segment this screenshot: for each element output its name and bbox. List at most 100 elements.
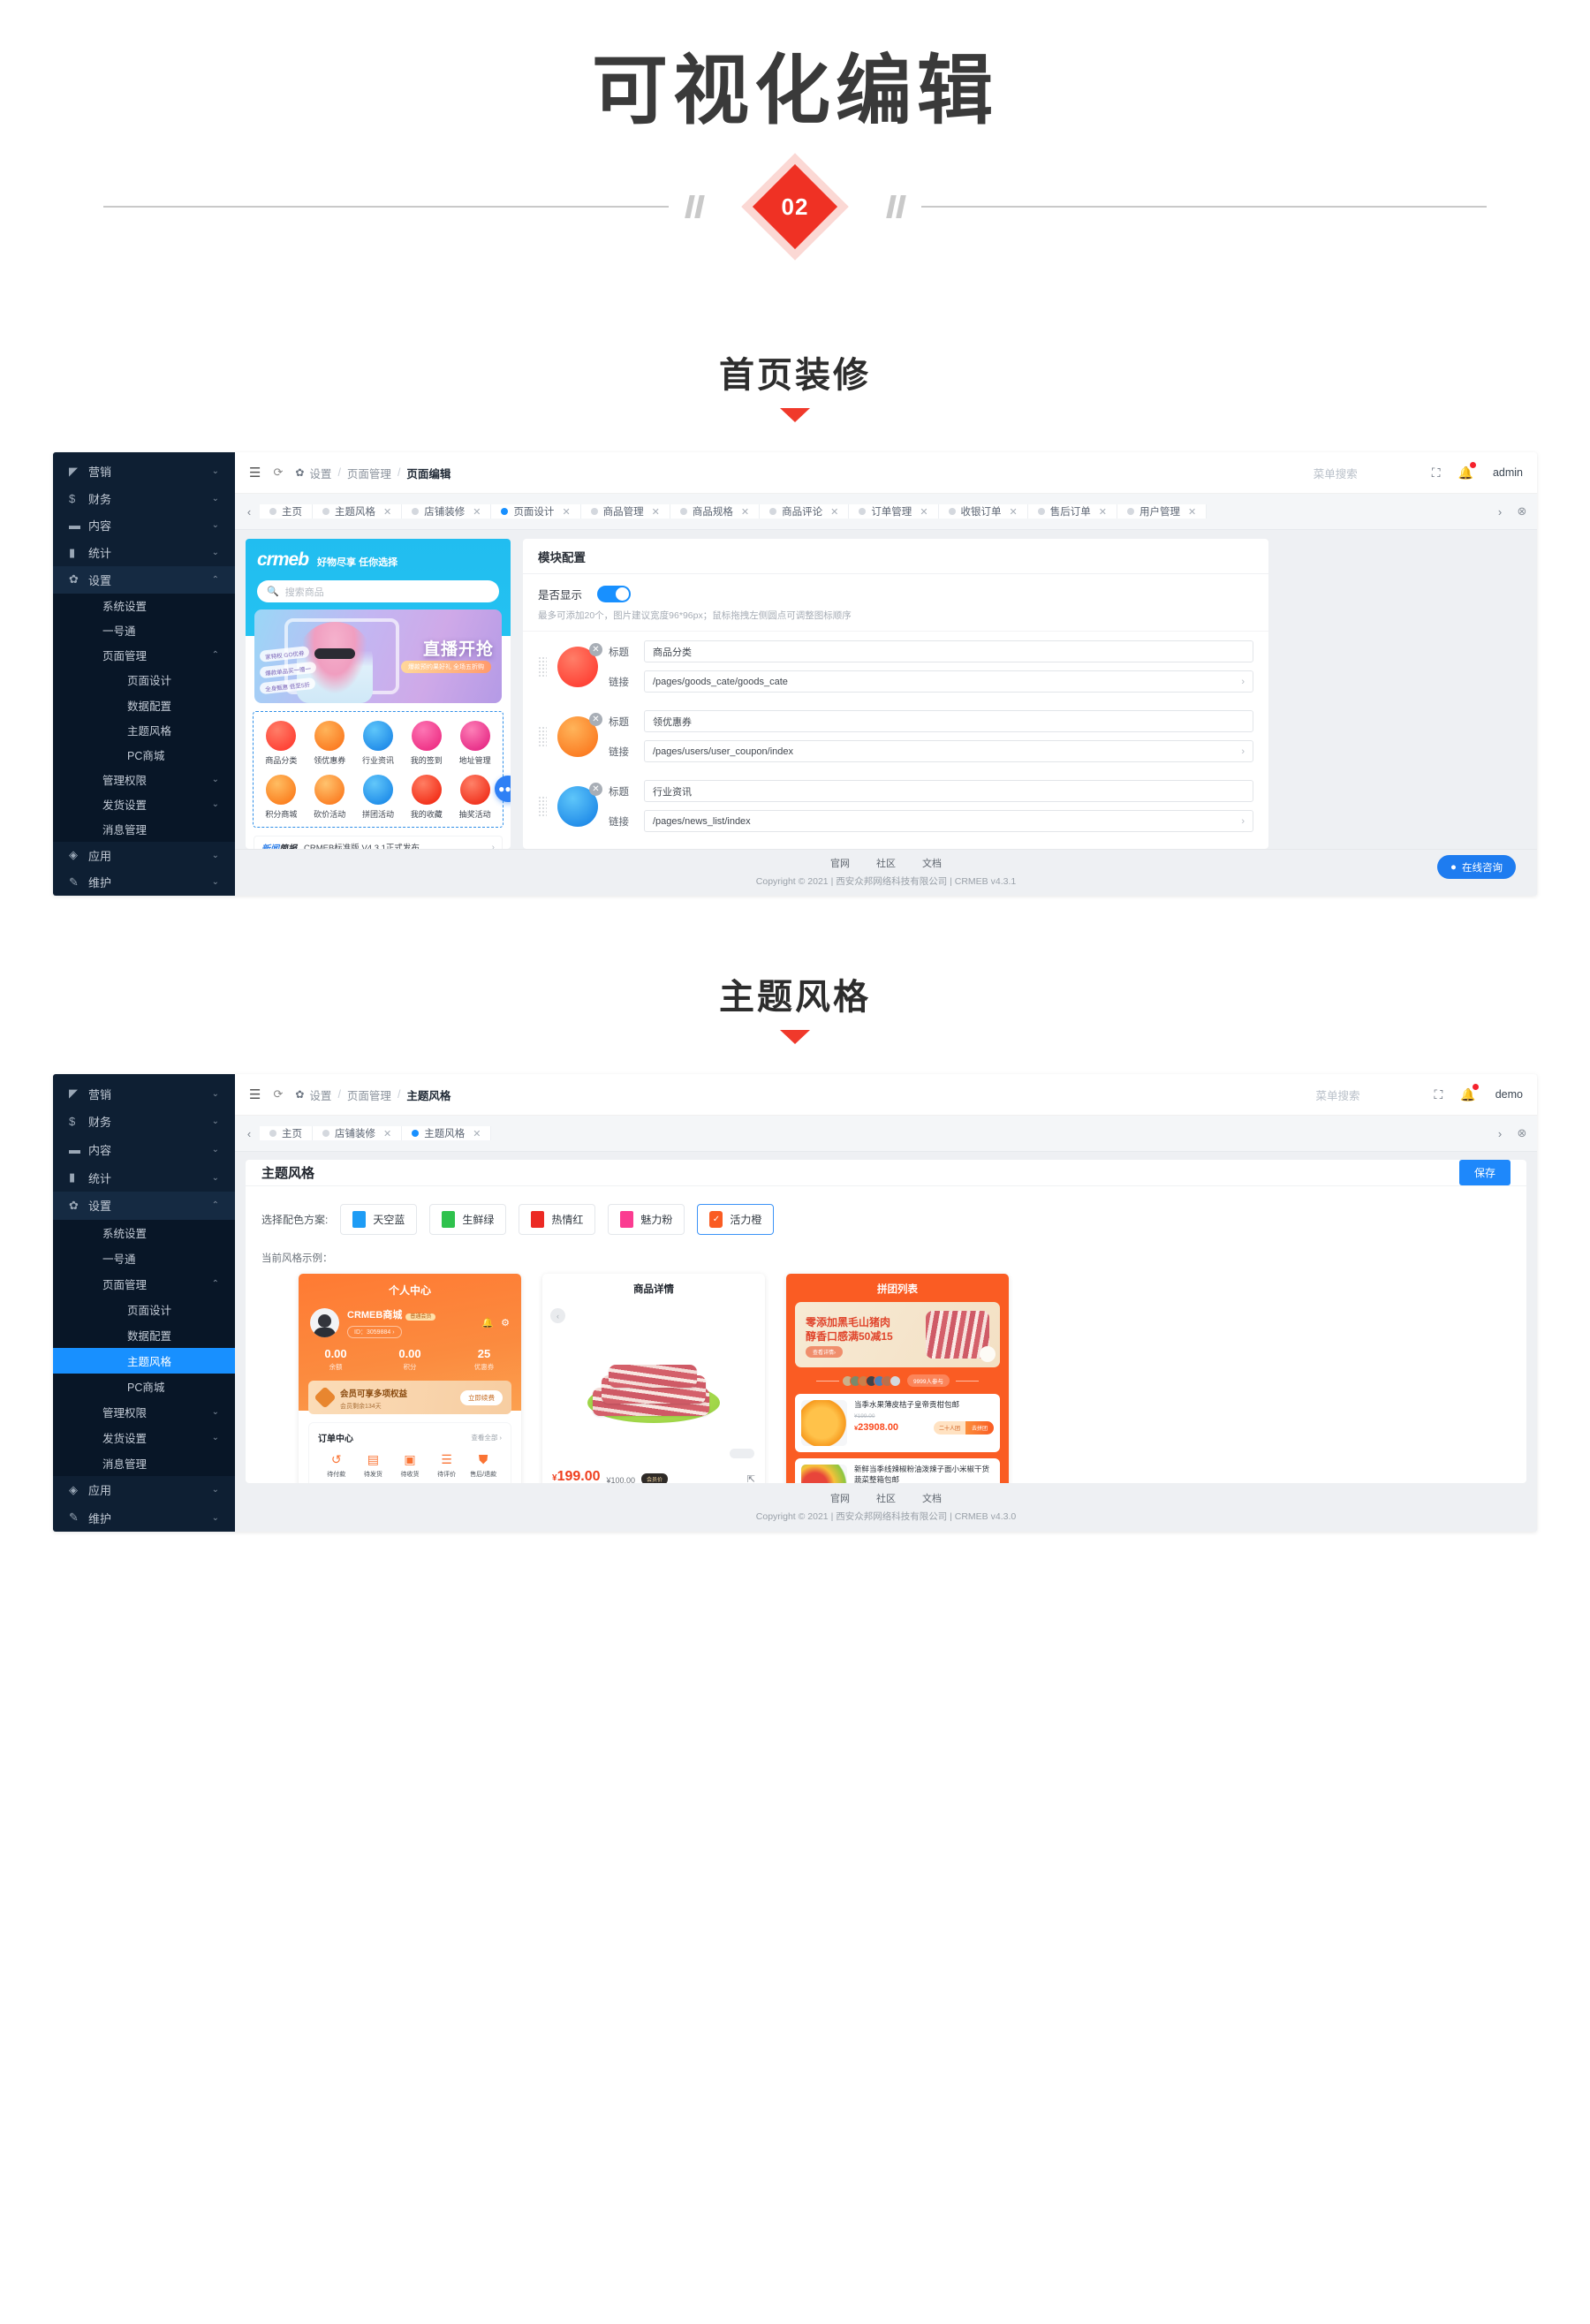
phone-icon-address[interactable]: 地址管理: [450, 721, 499, 766]
sidebar-item-shipping-settings[interactable]: 发货设置 ⌄: [53, 791, 235, 817]
close-icon[interactable]: ✕: [383, 1128, 391, 1139]
stat-balance[interactable]: 0.00 余额: [299, 1347, 373, 1372]
hamburger-menu-icon[interactable]: ☰: [249, 465, 261, 481]
close-icon[interactable]: ✕: [383, 506, 391, 518]
footer-link-community[interactable]: 社区: [876, 1491, 896, 1505]
phone-icon-points-mall[interactable]: 积分商城: [257, 775, 306, 820]
phone-icon-news[interactable]: 行业资讯: [354, 721, 403, 766]
close-icon[interactable]: ✕: [562, 506, 570, 518]
phone-icon-signin[interactable]: 我的签到: [402, 721, 450, 766]
sidebar-item-content[interactable]: ▬ 内容 ⌄: [53, 512, 235, 540]
tab-goods-spec[interactable]: 商品规格 ✕: [670, 504, 761, 519]
phone-icon-favorites[interactable]: 我的收藏: [402, 775, 450, 820]
close-icon[interactable]: ✕: [1188, 506, 1196, 518]
close-icon[interactable]: ✕: [1010, 506, 1018, 518]
drag-handle-icon[interactable]: [538, 725, 547, 747]
vip-renew-button[interactable]: 立即续费: [460, 1389, 503, 1405]
sidebar-item-marketing[interactable]: ◤ 营销 ⌄: [53, 1079, 235, 1108]
module-title-input[interactable]: 行业资讯: [644, 780, 1253, 803]
sidebar-item-maintenance[interactable]: ✎ 维护 ⌄: [53, 869, 235, 897]
tab-scroll-right-icon[interactable]: ›: [1489, 1127, 1510, 1140]
breadcrumb-item-page-management[interactable]: 页面管理: [347, 1086, 391, 1103]
tab-home[interactable]: 主页: [260, 1126, 313, 1141]
group-buy-item[interactable]: 当季水果薄皮桔子皇帝贡柑包邮 ¥199.00 ¥23908.00 二十人团 去拼团: [795, 1394, 1000, 1453]
tab-close-all-icon[interactable]: ⊗: [1510, 504, 1533, 519]
visibility-toggle[interactable]: [597, 586, 632, 603]
sidebar-item-admin-permissions[interactable]: 管理权限 ⌄: [53, 1398, 235, 1425]
phone-icon-bargain[interactable]: 砍价活动: [306, 775, 354, 820]
order-status-unreceived[interactable]: ▣ 待收货: [391, 1452, 428, 1479]
order-status-aftersales[interactable]: ⛊ 售后/退款: [465, 1452, 502, 1479]
sidebar-item-pc-mall[interactable]: PC商城: [53, 1373, 235, 1399]
footer-link-docs[interactable]: 文档: [922, 1491, 942, 1505]
sidebar-item-content[interactable]: ▬ 内容 ⌄: [53, 1136, 235, 1164]
order-status-unpaid[interactable]: ↺ 待付款: [318, 1452, 355, 1479]
module-thumbnail[interactable]: ✕: [557, 782, 602, 827]
tab-theme-style[interactable]: 主题风格 ✕: [402, 1126, 492, 1141]
back-arrow-icon[interactable]: ‹: [550, 1308, 565, 1324]
sidebar-item-admin-permissions[interactable]: 管理权限 ⌄: [53, 767, 235, 792]
hamburger-menu-icon[interactable]: ☰: [249, 1086, 261, 1102]
fullscreen-icon[interactable]: ⛶: [1434, 1087, 1442, 1102]
sidebar-item-system-settings[interactable]: 系统设置: [53, 593, 235, 618]
sidebar-item-marketing[interactable]: ◤ 营销 ⌄: [53, 458, 235, 485]
drag-handle-icon[interactable]: [538, 655, 547, 678]
sidebar-item-statistics[interactable]: ▮ 统计 ⌄: [53, 1163, 235, 1192]
sidebar-item-pc-mall[interactable]: PC商城: [53, 742, 235, 768]
close-icon[interactable]: ✕: [652, 506, 660, 518]
bell-icon[interactable]: 🔔: [481, 1317, 494, 1329]
sidebar-item-finance[interactable]: $ 财务 ⌄: [53, 485, 235, 512]
footer-link-official[interactable]: 官网: [830, 856, 850, 870]
user-name[interactable]: admin: [1493, 466, 1523, 479]
tab-page-design[interactable]: 页面设计 ✕: [491, 504, 581, 519]
breadcrumb-item-settings[interactable]: 设置: [309, 465, 331, 481]
module-thumbnail[interactable]: ✕: [557, 642, 602, 687]
tab-theme-style[interactable]: 主题风格 ✕: [313, 504, 403, 519]
sidebar-item-data-config[interactable]: 数据配置: [53, 693, 235, 718]
tab-shop-decoration[interactable]: 店铺装修 ✕: [402, 504, 492, 519]
sidebar-item-page-design[interactable]: 页面设计: [53, 1296, 235, 1322]
tab-shop-decoration[interactable]: 店铺装修 ✕: [313, 1126, 403, 1141]
scheme-button-passion-red[interactable]: 热情红: [519, 1204, 596, 1236]
sidebar-item-page-management[interactable]: 页面管理 ⌃: [53, 1270, 235, 1297]
vip-banner[interactable]: 会员可享多项权益 会员剩余134天 立即续费: [308, 1381, 511, 1415]
tab-goods-reviews[interactable]: 商品评论 ✕: [760, 504, 850, 519]
remove-icon[interactable]: ✕: [589, 782, 602, 796]
stat-coupons[interactable]: 25 优惠券: [447, 1347, 521, 1372]
phone-icon-grid-selected[interactable]: 商品分类 领优惠券 行业资讯 我的签到 地址管理 积分商城 砍价活动 拼团活动 …: [253, 711, 504, 829]
scheme-button-charm-pink[interactable]: 魅力粉: [608, 1204, 685, 1236]
scheme-button-vitality-orange[interactable]: ✓ 活力橙: [697, 1204, 775, 1236]
refresh-icon[interactable]: ⟳: [273, 466, 283, 480]
tab-cashier-orders[interactable]: 收银订单 ✕: [938, 504, 1028, 519]
tab-close-all-icon[interactable]: ⊗: [1510, 1126, 1533, 1140]
menu-search-input[interactable]: 菜单搜索: [1315, 1086, 1359, 1103]
sidebar-item-one-pass[interactable]: 一号通: [53, 617, 235, 643]
phone-search-input[interactable]: 🔍 搜索商品: [257, 580, 499, 603]
banner-cta[interactable]: 查看详情›: [806, 1346, 843, 1359]
sidebar-item-apps[interactable]: ◈ 应用 ⌄: [53, 1476, 235, 1504]
fullscreen-icon[interactable]: ⛶: [1432, 466, 1441, 481]
close-icon[interactable]: ✕: [1099, 506, 1107, 518]
module-link-input[interactable]: /pages/news_list/index ›: [644, 810, 1253, 833]
module-title-input[interactable]: 领优惠券: [644, 710, 1253, 733]
tab-scroll-left-icon[interactable]: ‹: [238, 505, 260, 519]
sidebar-item-settings[interactable]: ✿ 设置 ⌃: [53, 565, 235, 594]
group-buy-banner[interactable]: 零添加黑毛山猪肉 醇香口感满50减15 查看详情›: [795, 1302, 1000, 1368]
close-icon[interactable]: ✕: [473, 506, 481, 518]
sidebar-item-finance[interactable]: $ 财务 ⌄: [53, 1108, 235, 1136]
tab-aftersales-orders[interactable]: 售后订单 ✕: [1027, 504, 1117, 519]
close-icon[interactable]: ✕: [920, 506, 928, 518]
drag-handle-icon[interactable]: [538, 795, 547, 817]
sidebar-item-data-config[interactable]: 数据配置: [53, 1321, 235, 1348]
sidebar-item-page-management[interactable]: 页面管理 ⌃: [53, 642, 235, 668]
bell-icon[interactable]: 🔔: [1458, 461, 1476, 481]
sidebar-item-page-design[interactable]: 页面设计: [53, 667, 235, 693]
scheme-button-sky-blue[interactable]: 天空蓝: [340, 1204, 418, 1236]
tab-home[interactable]: 主页: [260, 504, 313, 519]
bell-icon[interactable]: 🔔: [1460, 1083, 1479, 1102]
stat-points[interactable]: 0.00 积分: [373, 1347, 447, 1372]
phone-icon-goods-cate[interactable]: 商品分类: [257, 721, 306, 766]
close-icon[interactable]: ✕: [741, 506, 749, 518]
phone-icon-group-buy[interactable]: 拼团活动: [354, 775, 403, 820]
phone-icon-lottery[interactable]: 抽奖活动: [450, 775, 499, 820]
